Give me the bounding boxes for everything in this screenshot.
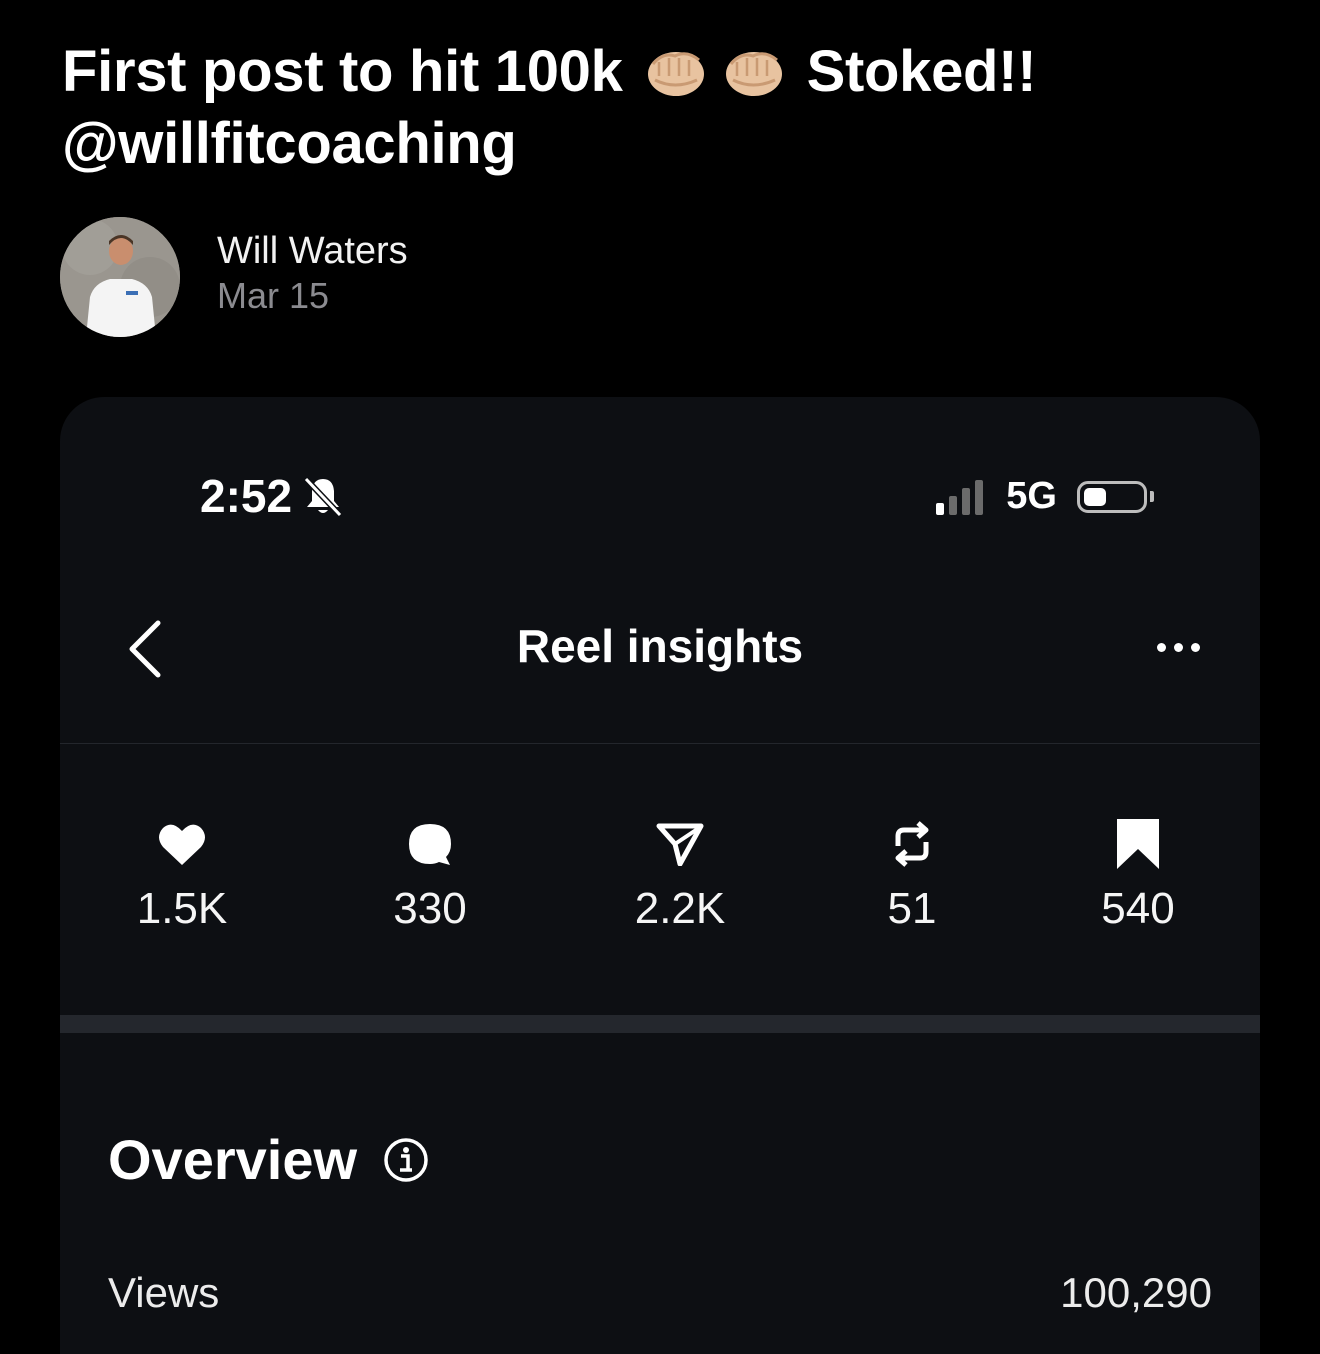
- status-right: 5G: [936, 475, 1154, 518]
- status-time-text: 2:52: [200, 470, 293, 522]
- metric-row-views: Views 100,290: [108, 1269, 1212, 1317]
- post-date[interactable]: Mar 15: [217, 274, 408, 318]
- share-icon: [656, 823, 704, 866]
- more-icon[interactable]: [1149, 643, 1200, 652]
- divider: [60, 743, 1260, 744]
- fist-bump-icon: [725, 52, 782, 96]
- post-line-1: First post to hit 100k Stoked!!: [62, 36, 1262, 108]
- signal-icon: [936, 479, 988, 515]
- stat-value: 51: [887, 884, 937, 933]
- engagement-stats: 1.5K 330 2.2K 51 540: [60, 817, 1260, 937]
- stat-value: 540: [1101, 884, 1175, 933]
- info-icon[interactable]: [383, 1137, 429, 1183]
- stat-likes[interactable]: 1.5K: [82, 817, 282, 935]
- stat-value: 330: [393, 884, 467, 933]
- stat-reposts[interactable]: 51: [812, 817, 1012, 935]
- stat-value: 1.5K: [136, 884, 228, 933]
- author-meta: Will Waters Mar 15: [217, 228, 408, 318]
- heart-icon: [159, 824, 205, 865]
- fist-bump-icon: [647, 52, 704, 96]
- page-title: Reel insights: [516, 620, 804, 672]
- overview-title: Overview: [108, 1128, 358, 1191]
- metric-label: Views: [108, 1269, 220, 1316]
- post-mention[interactable]: @willfitcoaching: [62, 108, 1262, 180]
- metric-value: 100,290: [1060, 1269, 1212, 1316]
- avatar-image: [60, 217, 180, 337]
- tweet-page: First post to hit 100k Stoked!! @willfit…: [0, 0, 1320, 1354]
- stat-shares[interactable]: 2.2K: [580, 817, 780, 935]
- author-name[interactable]: Will Waters: [217, 228, 408, 274]
- stat-comments[interactable]: 330: [330, 817, 530, 935]
- status-time: 2:52: [200, 469, 346, 523]
- section-divider: [60, 1015, 1260, 1033]
- bell-slash-icon: [303, 476, 343, 518]
- author-block[interactable]: Will Waters Mar 15: [60, 217, 408, 337]
- stat-saves[interactable]: 540: [1038, 817, 1238, 935]
- stat-value: 2.2K: [634, 884, 726, 933]
- comment-icon: [409, 824, 451, 865]
- post-text: First post to hit 100k Stoked!! @willfit…: [62, 36, 1262, 180]
- battery-icon: [1077, 480, 1147, 513]
- insights-screenshot[interactable]: 2:52 5G Reel insights 1.5K 330 2.2K 51 5…: [60, 397, 1260, 1354]
- post-text-part-1: First post to hit 100k: [62, 39, 623, 104]
- repost-icon: [895, 821, 929, 867]
- post-text-part-2: Stoked!!: [806, 39, 1037, 104]
- network-type: 5G: [1006, 475, 1057, 517]
- overview-heading: Overview: [108, 1127, 429, 1192]
- avatar[interactable]: [60, 217, 180, 337]
- bookmark-icon: [1117, 819, 1159, 869]
